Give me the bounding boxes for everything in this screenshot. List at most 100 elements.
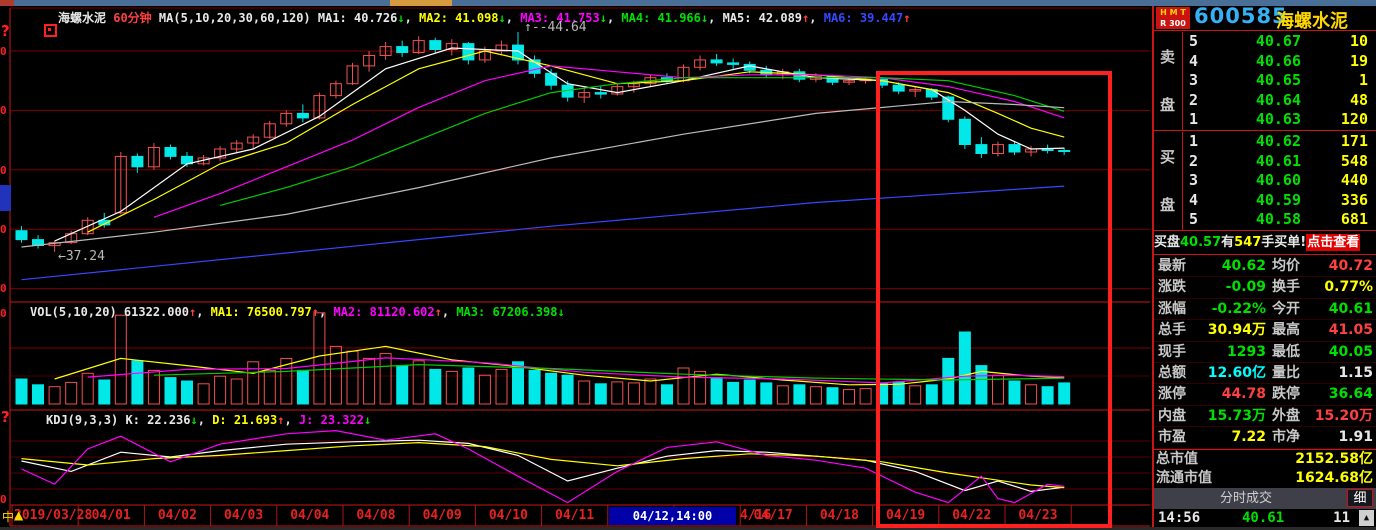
direction-arrow: ↓ <box>499 11 506 25</box>
index-membership-badge: H M T R 300 <box>1156 7 1190 29</box>
low-price-annotation: ←37.24 <box>58 249 105 264</box>
date-label: 04/04 <box>277 507 343 525</box>
quantity: 548 <box>1341 152 1368 172</box>
ask-row-4[interactable]: 4 40.66 19 <box>1183 52 1376 72</box>
tape-header-bar: 分时成交 细 <box>1154 488 1376 509</box>
kdj-param: KDJ(9,3,3) <box>46 413 125 427</box>
stat-row: 市盈7.22市净1.91 <box>1154 427 1376 448</box>
scroll-up-icon[interactable]: ▲ <box>1359 510 1374 526</box>
vol-ma-value: MA3: 67206.398 <box>456 305 557 319</box>
separator-text: , <box>809 11 823 25</box>
stat-value: 30.94万 <box>1192 320 1266 341</box>
stock-code[interactable]: 600585 <box>1194 4 1288 28</box>
stat-value: 40.72 <box>1329 256 1373 277</box>
tape-detail-button[interactable]: 细 <box>1347 489 1373 507</box>
direction-arrow: ↓ <box>191 413 198 427</box>
separator-text: , <box>196 305 210 319</box>
bid-row-1[interactable]: 140.62171 <box>1183 132 1376 152</box>
price: 40.63 <box>1231 110 1301 130</box>
volume-pane-header: VOL(5,10,20) 61322.000↑, MA1: 76500.797↑… <box>30 305 565 320</box>
stat-value: 7.22 <box>1192 427 1266 448</box>
ask-row-3[interactable]: 340.651 <box>1183 71 1376 91</box>
date-label: 04/17 <box>740 507 806 525</box>
ask-row-2[interactable]: 240.6448 <box>1183 91 1376 111</box>
price-axis-fragment: 0 <box>0 164 9 177</box>
bid-book: 买 盘 140.62171240.61548340.60440440.59336… <box>1154 132 1376 230</box>
ask-book: 卖 盘 540.6710440.6619340.651240.6448140.6… <box>1154 32 1376 130</box>
date-label: 04/11 <box>542 507 608 525</box>
stat-label: 均价 <box>1272 256 1300 277</box>
page-marker-icon[interactable]: ▲ <box>14 508 23 522</box>
level: 5 <box>1189 210 1198 230</box>
separator <box>1154 230 1376 231</box>
stock-name[interactable]: 海螺水泥 <box>1276 7 1348 33</box>
market-cap-row: 总市值2152.58亿 <box>1154 450 1376 469</box>
stat-row: 最新40.62均价40.72 <box>1154 256 1376 277</box>
ma-param: MA(5,10,20,30,60,120) <box>159 11 318 25</box>
price: 40.61 <box>1231 152 1301 172</box>
price-axis-fragment: 0 <box>0 223 9 236</box>
bid-row-5[interactable]: 540.58681 <box>1183 210 1376 230</box>
price: 40.59 <box>1231 191 1301 211</box>
big-order-hint: 买盘40.57有547手买单!点击查看 <box>1154 232 1376 254</box>
kdj-help-icon[interactable]: ? <box>1 408 10 426</box>
level: 4 <box>1189 52 1198 72</box>
level: 2 <box>1189 152 1198 172</box>
direction-arrow: ↓ <box>364 413 371 427</box>
quantity: 120 <box>1341 110 1368 130</box>
ask-label-char1: 卖 <box>1160 46 1175 67</box>
bid-row-3[interactable]: 340.60440 <box>1183 171 1376 191</box>
trade-time: 14:56 <box>1158 509 1200 527</box>
stat-value: 1.91 <box>1338 427 1373 448</box>
hint-price: 40.57 <box>1180 235 1221 250</box>
price: 40.65 <box>1231 71 1301 91</box>
ask-row-1[interactable]: 140.63120 <box>1183 110 1376 130</box>
separator-text: , <box>442 305 456 319</box>
view-details-link[interactable]: 点击查看 <box>1306 234 1360 251</box>
vol-ma-value: MA2: 81120.602 <box>333 305 434 319</box>
level: 3 <box>1189 171 1198 191</box>
ask-row-5[interactable]: 540.6710 <box>1183 32 1376 52</box>
quantity: 1 <box>1359 71 1368 91</box>
hint-post: 手买单! <box>1261 235 1306 250</box>
date-label: 04/18 <box>806 507 872 525</box>
stat-label: 最低 <box>1272 342 1300 363</box>
stat-label: 涨跌 <box>1158 277 1186 298</box>
quantity: 336 <box>1341 191 1368 211</box>
bid-row-4[interactable]: 440.59336 <box>1183 191 1376 211</box>
level: 2 <box>1189 91 1198 111</box>
kdj-pane-header: KDJ(9,3,3) K: 22.236↓, D: 21.693↑, J: 23… <box>46 413 371 428</box>
stat-value: 40.62 <box>1192 256 1266 277</box>
stat-label: 换手 <box>1272 277 1300 298</box>
separator-text: , <box>198 413 212 427</box>
price-axis-marker <box>0 185 11 211</box>
help-icon[interactable]: ? <box>1 22 10 40</box>
stat-value: 2152.58亿 <box>1295 450 1373 469</box>
stat-label: 涨停 <box>1158 384 1186 405</box>
stat-value: 40.05 <box>1329 342 1373 363</box>
quantity: 19 <box>1350 52 1368 72</box>
stats-block: 最新40.62均价40.72涨跌-0.09换手0.77%涨幅-0.22%今开40… <box>1154 256 1376 449</box>
pushpin-icon[interactable] <box>44 24 57 37</box>
crosshair-datetime-label: 04/12,14:00 <box>609 507 736 525</box>
hint-qty: 547 <box>1234 235 1261 250</box>
price: 40.66 <box>1231 52 1301 72</box>
ma-value: MA6: 39.447 <box>824 11 903 25</box>
stat-value: 1624.68亿 <box>1295 469 1373 488</box>
price: 40.62 <box>1231 132 1301 152</box>
level: 5 <box>1189 32 1198 52</box>
tape-last-trade-row[interactable]: 14:56 40.61 11 ▲ <box>1154 509 1376 527</box>
direction-arrow: ↓ <box>600 11 607 25</box>
draw-tool-icon[interactable]: 中 <box>2 508 14 525</box>
separator-text: , <box>319 305 333 319</box>
direction-arrow: ↓ <box>557 305 564 319</box>
separator-text: , <box>284 413 298 427</box>
kdj-value: D: 21.693 <box>212 413 277 427</box>
stat-label: 现手 <box>1158 342 1186 363</box>
kdj-value: J: 23.322 <box>299 413 364 427</box>
bid-row-2[interactable]: 2 40.61 548 <box>1183 152 1376 172</box>
kline-chart-area[interactable]: ? ? 海螺水泥 60分钟 MA(5,10,20,30,60,120) MA1:… <box>0 6 1152 527</box>
ma-value: MA4: 41.966 <box>621 11 700 25</box>
bid-label-char1: 买 <box>1160 146 1175 167</box>
quote-panel-header: H M T R 300 600585 海螺水泥 <box>1154 6 1376 31</box>
